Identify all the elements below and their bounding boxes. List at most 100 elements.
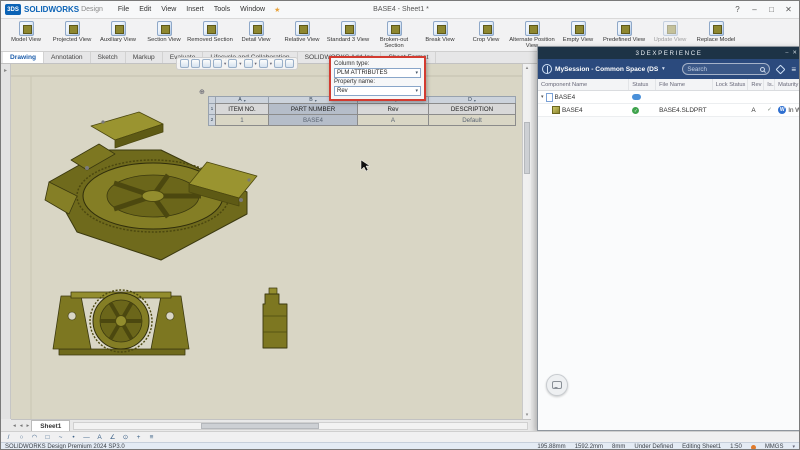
minimize-button[interactable]: –: [746, 1, 763, 19]
add-relation-tool-icon[interactable]: +: [134, 433, 143, 442]
menu-edit[interactable]: Edit: [134, 6, 156, 13]
detail-view-button[interactable]: Detail View: [233, 20, 279, 50]
assistant-chat-button[interactable]: [546, 374, 568, 396]
help-icon[interactable]: ?: [729, 1, 746, 19]
bookmark-star-icon[interactable]: ★: [274, 6, 280, 14]
trim-tool-icon[interactable]: ≡: [147, 433, 156, 442]
removed-section-button[interactable]: Removed Section: [187, 20, 233, 50]
search-icon[interactable]: [760, 67, 765, 72]
drawing-canvas[interactable]: ⊕ A▾ B▾ C▾ D▾ 1 ITEM NO. PART NUMBER Rev…: [11, 64, 531, 419]
next-sheet-icon[interactable]: ▸: [25, 423, 32, 429]
chevron-down-icon[interactable]: ▾: [792, 444, 795, 450]
col-rev[interactable]: Rev: [748, 79, 764, 90]
prev-sheet-icon[interactable]: ◂: [18, 423, 25, 429]
display-style-icon[interactable]: [244, 59, 253, 68]
scroll-up-icon[interactable]: ▴: [523, 64, 531, 72]
panel-close-icon[interactable]: ✕: [792, 47, 797, 59]
tab-sketch[interactable]: Sketch: [91, 52, 126, 63]
bom-cell-description[interactable]: Default: [428, 114, 516, 126]
arc-tool-icon[interactable]: ◠: [30, 433, 39, 442]
circle-tool-icon[interactable]: ○: [17, 433, 26, 442]
search-box[interactable]: [682, 63, 770, 75]
first-sheet-icon[interactable]: ◂: [11, 423, 18, 429]
tab-annotation[interactable]: Annotation: [44, 52, 91, 63]
spline-tool-icon[interactable]: ~: [56, 433, 65, 442]
broken-out-section-button[interactable]: Broken-out Section: [371, 20, 417, 50]
standard-3-view-button[interactable]: Standard 3 View: [325, 20, 371, 50]
section-view-button[interactable]: Section View: [141, 20, 187, 50]
expand-panel-arrow-icon[interactable]: ▸: [1, 67, 10, 74]
menu-file[interactable]: File: [113, 6, 134, 13]
model-view-button[interactable]: Model View: [3, 20, 49, 50]
notification-icon[interactable]: [751, 445, 756, 450]
featuremanager-collapsed-strip[interactable]: ▸: [1, 64, 11, 419]
panel-menu-icon[interactable]: ≡: [791, 65, 796, 74]
menu-view[interactable]: View: [156, 6, 181, 13]
col-lock-status[interactable]: Lock Status: [713, 79, 749, 90]
column-type-select[interactable]: PLM ATTRIBUTES ▾: [334, 68, 421, 78]
col-file-name[interactable]: File Name: [656, 79, 713, 90]
hide-show-items-icon[interactable]: [259, 59, 268, 68]
projected-view-button[interactable]: Projected View: [49, 20, 95, 50]
centerline-tool-icon[interactable]: —: [82, 433, 91, 442]
col-maturity-state[interactable]: Maturity St...: [775, 79, 800, 90]
crop-view-button[interactable]: Crop View: [463, 20, 509, 50]
tab-drawing[interactable]: Drawing: [3, 52, 44, 63]
expand-row-icon[interactable]: ▾: [541, 94, 544, 100]
col-is[interactable]: Is...: [764, 79, 775, 90]
component-row-part[interactable]: BASE4 ✓ BASE4.SLDPRT A ✓ W In Work: [538, 104, 800, 117]
scroll-down-icon[interactable]: ▾: [523, 411, 531, 419]
caret-down-icon[interactable]: ▾: [255, 61, 257, 67]
3ds-compass-icon[interactable]: [542, 64, 552, 74]
bom-cell-rev[interactable]: A: [357, 114, 429, 126]
text-tool-icon[interactable]: A: [95, 433, 104, 442]
chevron-down-icon[interactable]: ▾: [662, 66, 665, 72]
column-filter-caret-icon[interactable]: ▾: [244, 98, 246, 103]
scrollbar-thumb[interactable]: [524, 122, 530, 174]
close-button[interactable]: ✕: [780, 1, 797, 19]
table-move-handle-icon[interactable]: ⊕: [199, 88, 205, 96]
rectangle-tool-icon[interactable]: □: [43, 433, 52, 442]
view-settings-icon[interactable]: [285, 59, 294, 68]
search-input[interactable]: [687, 66, 760, 73]
column-filter-caret-icon[interactable]: ▾: [474, 98, 476, 103]
tag-icon[interactable]: [776, 64, 786, 74]
caret-down-icon[interactable]: ▾: [224, 61, 226, 67]
property-name-select[interactable]: Rev ▾: [334, 86, 421, 96]
section-view-icon[interactable]: [213, 59, 222, 68]
sheet-tab-sheet1[interactable]: Sheet1: [31, 420, 70, 431]
col-status[interactable]: Status: [629, 79, 656, 90]
panel-minimize-icon[interactable]: –: [785, 47, 788, 59]
sheet-scale[interactable]: 1:50: [730, 444, 742, 450]
canvas-vertical-scrollbar[interactable]: ▴ ▾: [522, 64, 531, 419]
center-circle-tool-icon[interactable]: ⊙: [121, 433, 130, 442]
relative-view-button[interactable]: Relative View: [279, 20, 325, 50]
session-name[interactable]: MySession - Common Space (DS - ...: [555, 66, 659, 73]
zoom-area-icon[interactable]: [191, 59, 200, 68]
menu-window[interactable]: Window: [235, 6, 270, 13]
zoom-fit-icon[interactable]: [180, 59, 189, 68]
component-row-drawing[interactable]: ▾ BASE4: [538, 91, 800, 104]
point-tool-icon[interactable]: •: [69, 433, 78, 442]
canvas-horizontal-scrollbar[interactable]: [73, 422, 528, 430]
column-filter-caret-icon[interactable]: ▾: [315, 98, 317, 103]
line-tool-icon[interactable]: /: [4, 433, 13, 442]
front-view[interactable]: [53, 290, 189, 355]
edit-appearance-icon[interactable]: [274, 59, 283, 68]
break-view-button[interactable]: Break View: [417, 20, 463, 50]
tab-markup[interactable]: Markup: [126, 52, 163, 63]
bom-cell-item-no[interactable]: 1: [215, 114, 269, 126]
maximize-button[interactable]: □: [763, 1, 780, 19]
view-orientation-icon[interactable]: [228, 59, 237, 68]
bom-cell-part-number[interactable]: BASE4: [268, 114, 358, 126]
unit-system[interactable]: MMGS: [765, 444, 784, 450]
caret-down-icon[interactable]: ▾: [270, 61, 272, 67]
caret-down-icon[interactable]: ▾: [239, 61, 241, 67]
smart-dimension-tool-icon[interactable]: ∠: [108, 433, 117, 442]
auxiliary-view-button[interactable]: Auxiliary View: [95, 20, 141, 50]
scrollbar-thumb[interactable]: [201, 423, 319, 429]
previous-view-icon[interactable]: [202, 59, 211, 68]
side-view[interactable]: [263, 288, 287, 348]
iso-assembly-view[interactable]: [45, 112, 257, 260]
menu-tools[interactable]: Tools: [209, 6, 235, 13]
